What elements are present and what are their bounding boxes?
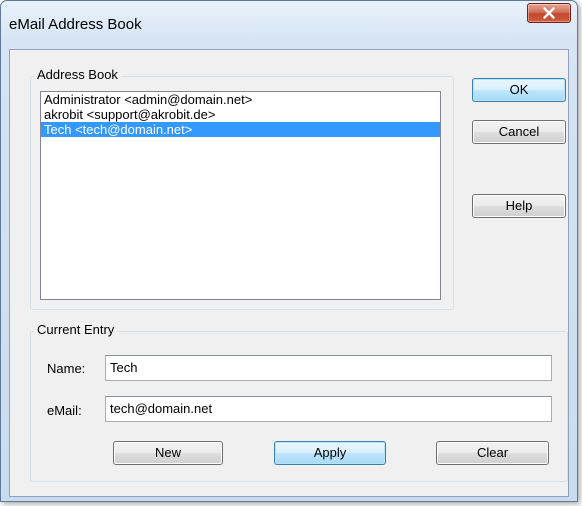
ok-button[interactable]: OK — [472, 78, 566, 102]
name-field[interactable]: Tech — [105, 355, 552, 381]
address-book-group-label: Address Book — [34, 68, 121, 82]
list-item[interactable]: Administrator <admin@domain.net> — [41, 92, 440, 107]
list-item[interactable]: Tech <tech@domain.net> — [41, 122, 440, 137]
help-button[interactable]: Help — [472, 194, 566, 218]
new-button[interactable]: New — [113, 441, 223, 465]
window-title: eMail Address Book — [9, 16, 142, 33]
close-button[interactable] — [527, 3, 571, 23]
list-item[interactable]: akrobit <support@akrobit.de> — [41, 107, 440, 122]
apply-button[interactable]: Apply — [274, 441, 386, 465]
name-label: Name: — [47, 361, 86, 376]
email-label: eMail: — [47, 403, 82, 418]
close-icon — [543, 7, 555, 19]
cancel-button[interactable]: Cancel — [472, 120, 566, 144]
current-entry-group-label: Current Entry — [34, 323, 118, 337]
clear-button[interactable]: Clear — [436, 441, 549, 465]
dialog-stage: eMail Address Book Address Book Administ… — [0, 0, 582, 506]
title-bar[interactable]: eMail Address Book — [1, 1, 577, 33]
email-field[interactable]: tech@domain.net — [105, 396, 552, 422]
address-book-list[interactable]: Administrator <admin@domain.net> akrobit … — [40, 91, 441, 300]
